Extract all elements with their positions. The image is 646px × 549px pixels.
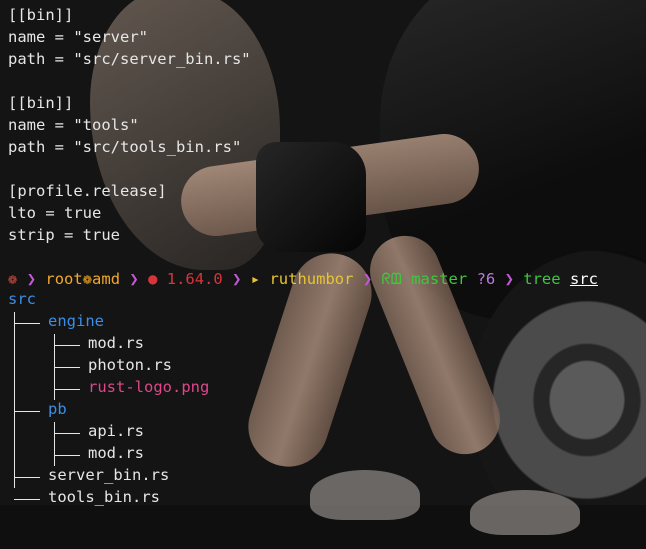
tree-file[interactable]: api.rs (88, 422, 144, 440)
config-line: name = "server" (8, 28, 148, 46)
tree-dir-pb[interactable]: pb (48, 400, 67, 418)
prompt-separator-icon: ❯ (362, 270, 373, 288)
config-line: [[bin]] (8, 6, 74, 24)
tree-connector (54, 389, 80, 390)
tree-connector (54, 433, 80, 434)
tree-connector (54, 422, 55, 466)
tree-file[interactable]: mod.rs (88, 444, 144, 462)
config-line (8, 70, 598, 92)
tree-connector (14, 323, 40, 324)
tree-connector (54, 455, 80, 456)
tree-connector (14, 499, 40, 500)
shell-prompt: ❁ ❯ root❁amd ❯ ● 1.64.0 ❯ ▸ ruthumbor ❯ … (8, 268, 598, 290)
tree-connector (54, 367, 80, 368)
tree-connector (14, 411, 40, 412)
config-line: [[bin]] (8, 94, 74, 112)
config-line: lto = true (8, 204, 102, 222)
command-argument[interactable]: src (570, 270, 598, 288)
config-line: [profile.release] (8, 182, 167, 200)
tree-connector (54, 345, 80, 346)
tree-connector (14, 312, 15, 488)
rust-icon: ● (148, 270, 158, 288)
tree-file-image[interactable]: rust-logo.png (88, 378, 209, 396)
config-line (8, 246, 598, 268)
config-line: path = "src/tools_bin.rs" (8, 138, 242, 156)
git-changes-count: ?6 (476, 270, 496, 288)
tree-file[interactable]: mod.rs (88, 334, 144, 352)
command-name[interactable]: tree (523, 270, 560, 288)
git-branch-icon: ᖇᗶ (381, 270, 402, 288)
config-line: strip = true (8, 226, 120, 244)
tree-root-src[interactable]: src (8, 290, 36, 308)
config-line: name = "tools" (8, 116, 139, 134)
config-line (8, 158, 598, 180)
config-line: path = "src/server_bin.rs" (8, 50, 251, 68)
prompt-user-host: root❁amd (45, 270, 121, 288)
tree-dir-engine[interactable]: engine (48, 312, 104, 330)
cargo-config-block: [[bin]] name = "server" path = "src/serv… (8, 4, 598, 268)
tree-connector (14, 477, 40, 478)
tree-file[interactable]: photon.rs (88, 356, 172, 374)
tree-file[interactable]: tools_bin.rs (48, 488, 160, 506)
prompt-separator-icon: ❯ (129, 270, 139, 288)
rust-version: 1.64.0 (166, 270, 223, 288)
prompt-separator-icon: ❯ (26, 270, 37, 288)
prompt-separator-icon: ❯ (232, 270, 242, 288)
tree-file[interactable]: server_bin.rs (48, 466, 169, 484)
tree-output: src engine mod.rs photon.rs rust-logo.pn… (8, 290, 598, 510)
os-icon: ❁ (8, 270, 18, 288)
git-branch: master (411, 270, 468, 288)
terminal-output[interactable]: [[bin]] name = "server" path = "src/serv… (8, 4, 598, 510)
prompt-directory: ruthumbor (269, 270, 354, 288)
folder-icon: ▸ (250, 270, 261, 288)
prompt-separator-icon: ❯ (504, 270, 514, 288)
